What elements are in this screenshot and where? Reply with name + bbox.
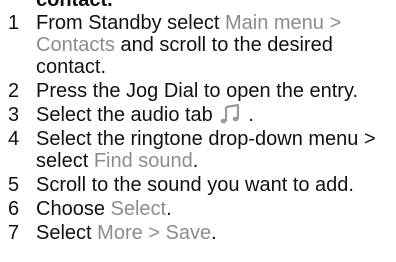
step-number: 5: [8, 174, 20, 196]
step-item: 4 Select the ringtone drop-down menu > s…: [0, 128, 396, 172]
step-text: Select: [36, 222, 98, 244]
menu-item-select: Select: [110, 198, 167, 220]
step-number: 3: [8, 104, 20, 126]
step-text: Select the ringtone drop-down menu > sel…: [36, 128, 376, 172]
step-number: 2: [8, 80, 20, 102]
menu-item-contacts: Contacts: [36, 34, 115, 56]
step-text: Select the audio tab: [36, 104, 213, 126]
step-item: 2 Press the Jog Dial to open the entry.: [0, 80, 396, 102]
step-number: 6: [8, 198, 20, 220]
previous-step-fragment: contact.: [36, 0, 113, 11]
step-text: .: [211, 222, 217, 244]
music-note-icon: [219, 103, 241, 124]
step-item: 5 Scroll to the sound you want to add.: [0, 174, 396, 196]
step-text: .: [242, 104, 254, 126]
instruction-steps-list: 1 From Standby select Main menu > Contac…: [0, 12, 396, 246]
step-text: Press the Jog Dial to open the entry.: [36, 80, 359, 102]
step-text: .: [166, 198, 172, 220]
step-item: 6 Choose Select.: [0, 198, 396, 220]
menu-separator: >: [142, 222, 166, 244]
menu-item-more: More: [97, 222, 143, 244]
step-item: 7 Select More > Save.: [0, 222, 396, 244]
menu-item-save: Save: [165, 222, 212, 244]
manual-page: contact. 1 From Standby select Main menu…: [0, 0, 396, 262]
step-text: Scroll to the sound you want to add.: [36, 174, 354, 196]
menu-item-main-menu: Main menu: [224, 12, 324, 34]
step-text: Choose: [36, 198, 111, 220]
menu-separator: >: [323, 12, 342, 34]
step-text: From Standby select: [36, 12, 225, 34]
step-text: .: [192, 150, 199, 172]
step-number: 4: [8, 128, 20, 150]
step-item: 3 Select the audio tab .: [0, 103, 396, 126]
step-number: 1: [8, 12, 20, 34]
menu-item-find-sound: Find sound: [93, 150, 193, 172]
step-number: 7: [8, 222, 20, 244]
step-item: 1 From Standby select Main menu > Contac…: [0, 12, 396, 78]
